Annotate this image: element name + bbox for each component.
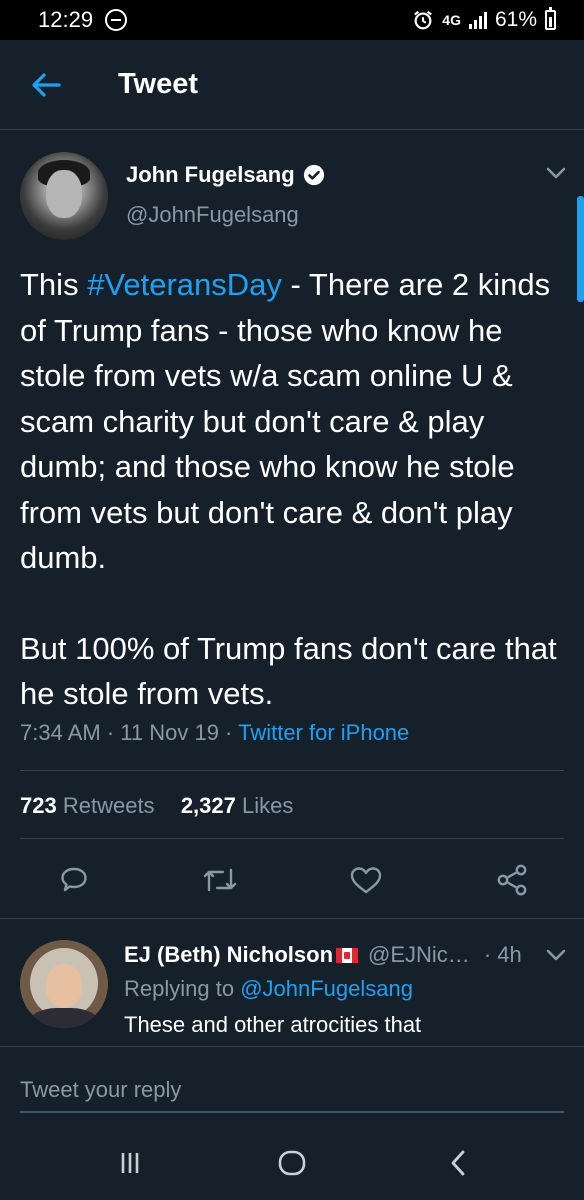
reply-composer [0, 1046, 584, 1126]
reply-text: These and other atrocities that [124, 1012, 422, 1037]
page-title: Tweet [118, 68, 199, 100]
do-not-disturb-icon [105, 9, 128, 31]
author-handle[interactable]: @JohnFugelsang [126, 202, 299, 228]
canada-flag-icon [336, 947, 359, 963]
hashtag-link[interactable]: #VeteransDay [87, 267, 282, 302]
tweet-action-bar [0, 858, 584, 904]
author-avatar[interactable] [20, 152, 108, 240]
tweet-text-prefix: This [20, 267, 88, 302]
meta-separator: · [100, 720, 121, 745]
reply-time: · 4h [483, 942, 522, 967]
tweet-date: 11 Nov 19 [120, 720, 219, 745]
battery-percent: 61% [494, 8, 537, 31]
alarm-icon [414, 10, 433, 30]
replying-to-label: Replying to [124, 976, 241, 1001]
divider [20, 770, 564, 771]
back-nav-button[interactable] [438, 1146, 478, 1180]
share-button[interactable] [490, 858, 534, 902]
back-button[interactable] [22, 68, 70, 102]
divider [20, 838, 564, 839]
heart-icon [350, 867, 382, 894]
tweet-text: This #VeteransDay - There are 2 kinds of… [20, 262, 572, 717]
reply-button[interactable] [52, 858, 96, 902]
reply-author-avatar[interactable] [20, 940, 108, 1028]
tweet-meta: 7:34 AM · 11 Nov 19 · Twitter for iPhone [20, 720, 409, 746]
signal-icon [468, 11, 487, 29]
reply-icon [61, 867, 87, 892]
tweet-source-link[interactable]: Twitter for iPhone [238, 720, 409, 745]
mention-link[interactable]: @JohnFugelsang [240, 976, 413, 1001]
tweet-stats: 723 Retweets 2,327 Likes [20, 793, 293, 819]
system-nav-bar [0, 1126, 584, 1200]
meta-separator: · [218, 720, 239, 745]
home-button[interactable] [272, 1146, 312, 1180]
reply-header: EJ (Beth) Nicholson @EJNic… · 4h [124, 942, 522, 968]
likes-label: Likes [242, 793, 294, 818]
divider [0, 918, 584, 919]
share-icon [497, 864, 527, 896]
status-left: 12:29 [38, 7, 128, 33]
reply-author-name[interactable]: EJ (Beth) Nicholson [124, 942, 333, 968]
status-right: 4G 61% [412, 7, 556, 32]
chevron-left-icon [451, 1150, 465, 1176]
tweet-paragraph-2: But 100% of Trump fans don't care that h… [20, 630, 557, 712]
scrollbar[interactable] [577, 196, 584, 302]
likes-count: 2,327 [180, 793, 236, 818]
status-time: 12:29 [38, 7, 94, 32]
author-name[interactable]: John Fugelsang [126, 162, 295, 188]
recent-apps-button[interactable] [110, 1146, 150, 1180]
retweet-button[interactable] [198, 858, 242, 902]
verified-badge-icon [303, 164, 324, 186]
app-header: Tweet [0, 40, 584, 130]
likes-stat[interactable]: 2,327 Likes [181, 793, 294, 818]
chevron-down-icon[interactable] [546, 948, 566, 962]
retweet-icon [203, 868, 237, 892]
like-button[interactable] [344, 858, 388, 902]
chevron-down-icon[interactable] [546, 166, 566, 180]
battery-icon [545, 7, 556, 30]
retweets-count: 723 [20, 793, 57, 818]
arrow-left-icon [32, 73, 61, 97]
status-bar: 12:29 4G 61% [0, 0, 584, 40]
tweet-paragraph-1: This #VeteransDay - There are 2 kinds of… [20, 262, 572, 581]
tweet-time: 7:34 AM [20, 720, 101, 745]
reply-author-handle[interactable]: @EJNic… [368, 942, 470, 968]
tweet-text-rest: - There are 2 kinds of Trump fans - thos… [20, 267, 551, 575]
recent-apps-icon [121, 1153, 139, 1173]
author-name-row[interactable]: John Fugelsang [126, 162, 325, 188]
retweets-label: Retweets [62, 793, 155, 818]
network-label: 4G [442, 12, 461, 28]
reply-input[interactable] [20, 1069, 564, 1113]
retweets-stat[interactable]: 723 Retweets [20, 793, 155, 818]
home-icon [278, 1150, 306, 1176]
replying-to: Replying to @JohnFugelsang [124, 976, 413, 1002]
